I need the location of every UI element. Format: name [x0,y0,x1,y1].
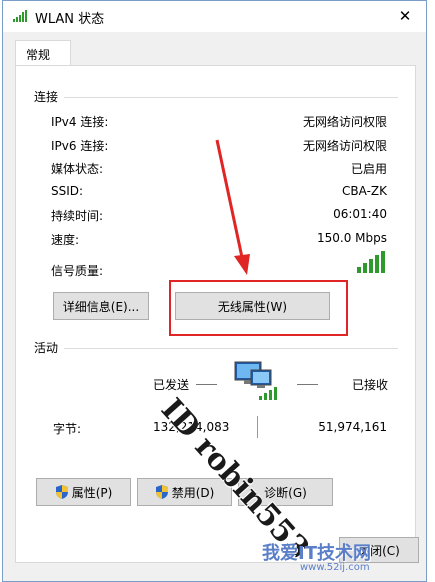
media-state-label: 媒体状态: [51,162,104,176]
general-panel: 连接 IPv4 连接: 无网络访问权限 IPv6 连接: 无网络访问权限 媒体状… [15,65,416,563]
signal-bars-icon [13,10,27,22]
properties-button-label: 属性(P) [71,485,113,500]
disable-button-label: 禁用(D) [171,485,215,500]
site-watermark-url: www.52ij.com [300,562,370,573]
signal-strength-icon [357,251,385,273]
duration-value: 06:01:40 [333,207,387,221]
tab-general[interactable]: 常规 [15,40,71,67]
details-button[interactable]: 详细信息(E)... [53,292,149,320]
received-label: 已接收 [352,378,389,392]
network-computers-icon [234,361,277,400]
highlight-box [169,280,348,336]
properties-button[interactable]: 属性(P) [36,478,131,506]
ipv4-value: 无网络访问权限 [302,115,387,129]
uac-shield-icon [55,485,68,499]
received-line [297,384,318,385]
tab-strip: 常规 [3,32,426,67]
close-window-button[interactable]: ✕ [388,3,422,29]
ipv4-label: IPv4 连接: [51,115,109,129]
ssid-value: CBA-ZK [342,184,387,198]
bytes-divider [257,416,258,438]
bytes-received-value: 51,974,161 [318,420,387,434]
divider [64,97,398,98]
sent-line [196,384,217,385]
media-state-value: 已启用 [350,162,387,176]
background-app [427,0,435,582]
connection-group-title: 连接 [34,90,59,104]
speed-value: 150.0 Mbps [316,231,387,245]
divider [64,348,398,349]
ipv6-value: 无网络访问权限 [302,139,387,153]
signal-quality-label: 信号质量: [51,264,104,278]
bytes-label: 字节: [53,422,82,436]
details-button-label: 详细信息(E)... [62,299,140,314]
sent-label: 已发送 [153,378,190,392]
wlan-status-dialog: WLAN 状态 ✕ 常规 连接 IPv4 连接: 无网络访问权限 IPv6 连接… [2,0,427,582]
speed-label: 速度: [51,233,80,247]
window-title: WLAN 状态 [35,12,105,27]
activity-group-title: 活动 [34,341,59,355]
ssid-label: SSID: [51,184,84,198]
title-bar: WLAN 状态 ✕ [3,1,426,32]
duration-label: 持续时间: [51,209,104,223]
close-icon: ✕ [398,7,412,25]
ipv6-label: IPv6 连接: [51,139,109,153]
uac-shield-icon [155,485,168,499]
